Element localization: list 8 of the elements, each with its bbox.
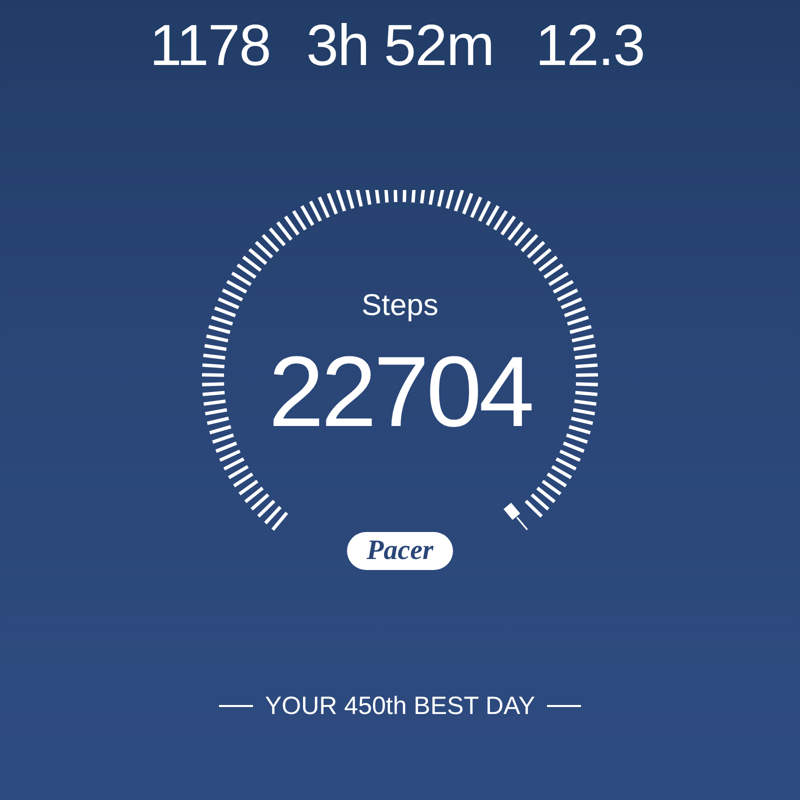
stat-value: 3h 52m — [305, 14, 495, 78]
stat-value: 1178 — [148, 14, 272, 78]
best-day-caption: YOUR 450th BEST DAY — [264, 691, 536, 722]
steps-count: 22704 — [268, 337, 532, 447]
progress-marker-icon — [504, 502, 528, 530]
stat-value: 12.3 — [534, 14, 646, 78]
steps-label: Steps — [362, 288, 438, 324]
logo-badge: Pacer — [346, 532, 454, 570]
